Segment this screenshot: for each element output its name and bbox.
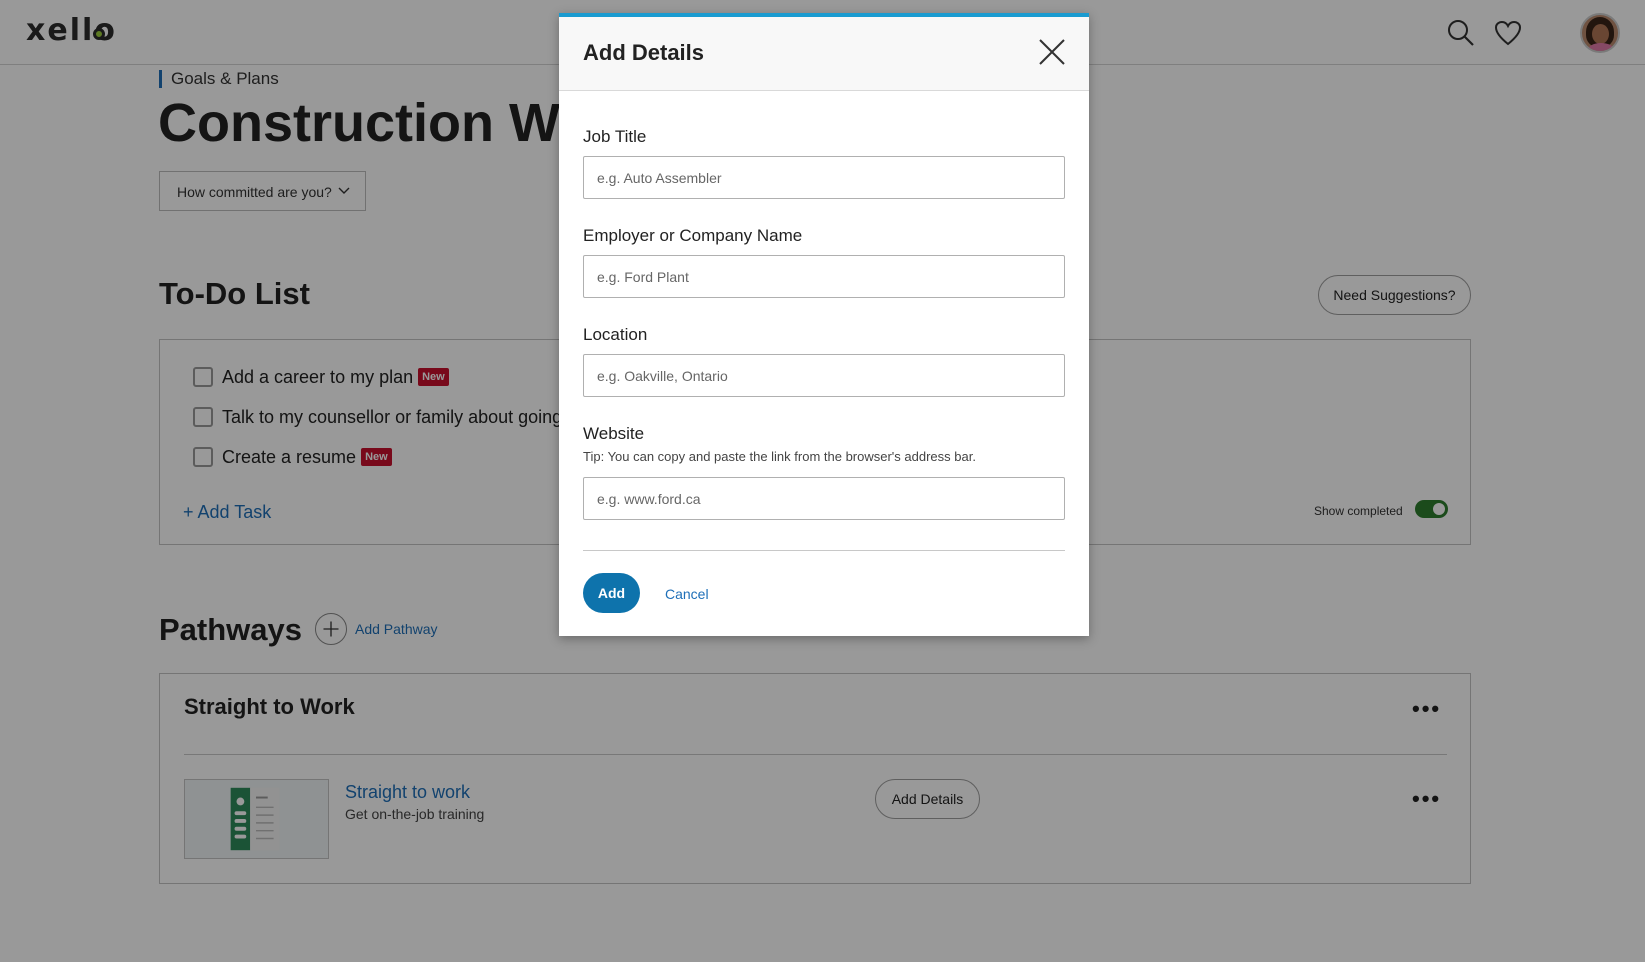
employer-label: Employer or Company Name [583,226,803,245]
website-tip: Tip: You can copy and paste the link fro… [583,449,976,464]
add-button[interactable]: Add [583,573,640,613]
job-title-label: Job Title [583,127,647,146]
add-details-modal: Add Details Job Title Employer or Compan… [559,13,1089,636]
location-input[interactable] [583,354,1065,397]
employer-input[interactable] [583,255,1065,298]
job-title-input[interactable] [583,156,1065,199]
location-label: Location [583,325,648,344]
divider [583,550,1065,551]
website-input[interactable] [583,477,1065,520]
cancel-link[interactable]: Cancel [665,586,709,602]
modal-header: Add Details [559,17,1089,91]
modal-title: Add Details [583,40,705,65]
website-label: Website [583,424,645,443]
close-icon[interactable] [1037,37,1067,67]
